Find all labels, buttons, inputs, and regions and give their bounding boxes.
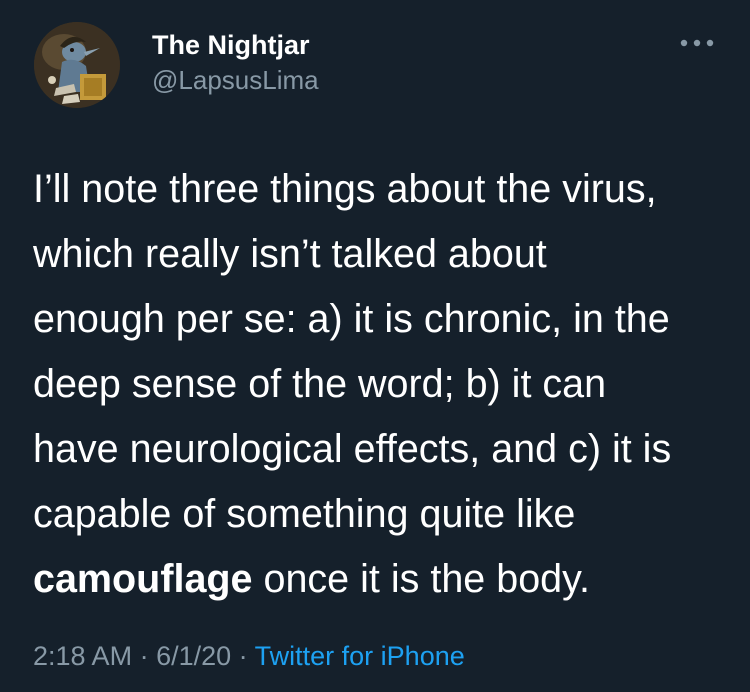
tweet-text: I’ll note three things about the virus, … <box>33 157 723 612</box>
tweet-line: have neurological effects, and c) it is <box>33 427 672 471</box>
meta-separator: · <box>132 641 157 671</box>
more-icon <box>680 39 714 47</box>
avatar[interactable] <box>34 22 120 108</box>
bold-word: camouflage <box>33 557 253 601</box>
tweet-line: deep sense of the word; b) it can <box>33 362 607 406</box>
tweet-line-last: camouflage once it is the body. <box>33 547 723 612</box>
tweet-date[interactable]: 6/1/20 <box>156 641 231 671</box>
author-name[interactable]: The Nightjar <box>152 28 310 62</box>
author-handle[interactable]: @LapsusLima <box>152 64 319 96</box>
more-button[interactable] <box>672 30 722 56</box>
meta-separator: · <box>231 641 255 671</box>
tweet: The Nightjar @LapsusLima I’ll note three… <box>0 0 750 692</box>
tweet-line: capable of something quite like <box>33 492 576 536</box>
tweet-line: I’ll note three things about the virus, <box>33 167 657 211</box>
tweet-source-link[interactable]: Twitter for iPhone <box>255 641 465 671</box>
tweet-line: which really isn’t talked about <box>33 232 547 276</box>
avatar-image <box>34 22 120 108</box>
tweet-line-rest: once it is the body. <box>252 557 590 601</box>
tweet-meta: 2:18 AM · 6/1/20 · Twitter for iPhone <box>33 638 465 674</box>
tweet-time[interactable]: 2:18 AM <box>33 641 132 671</box>
tweet-line: enough per se: a) it is chronic, in the <box>33 297 670 341</box>
